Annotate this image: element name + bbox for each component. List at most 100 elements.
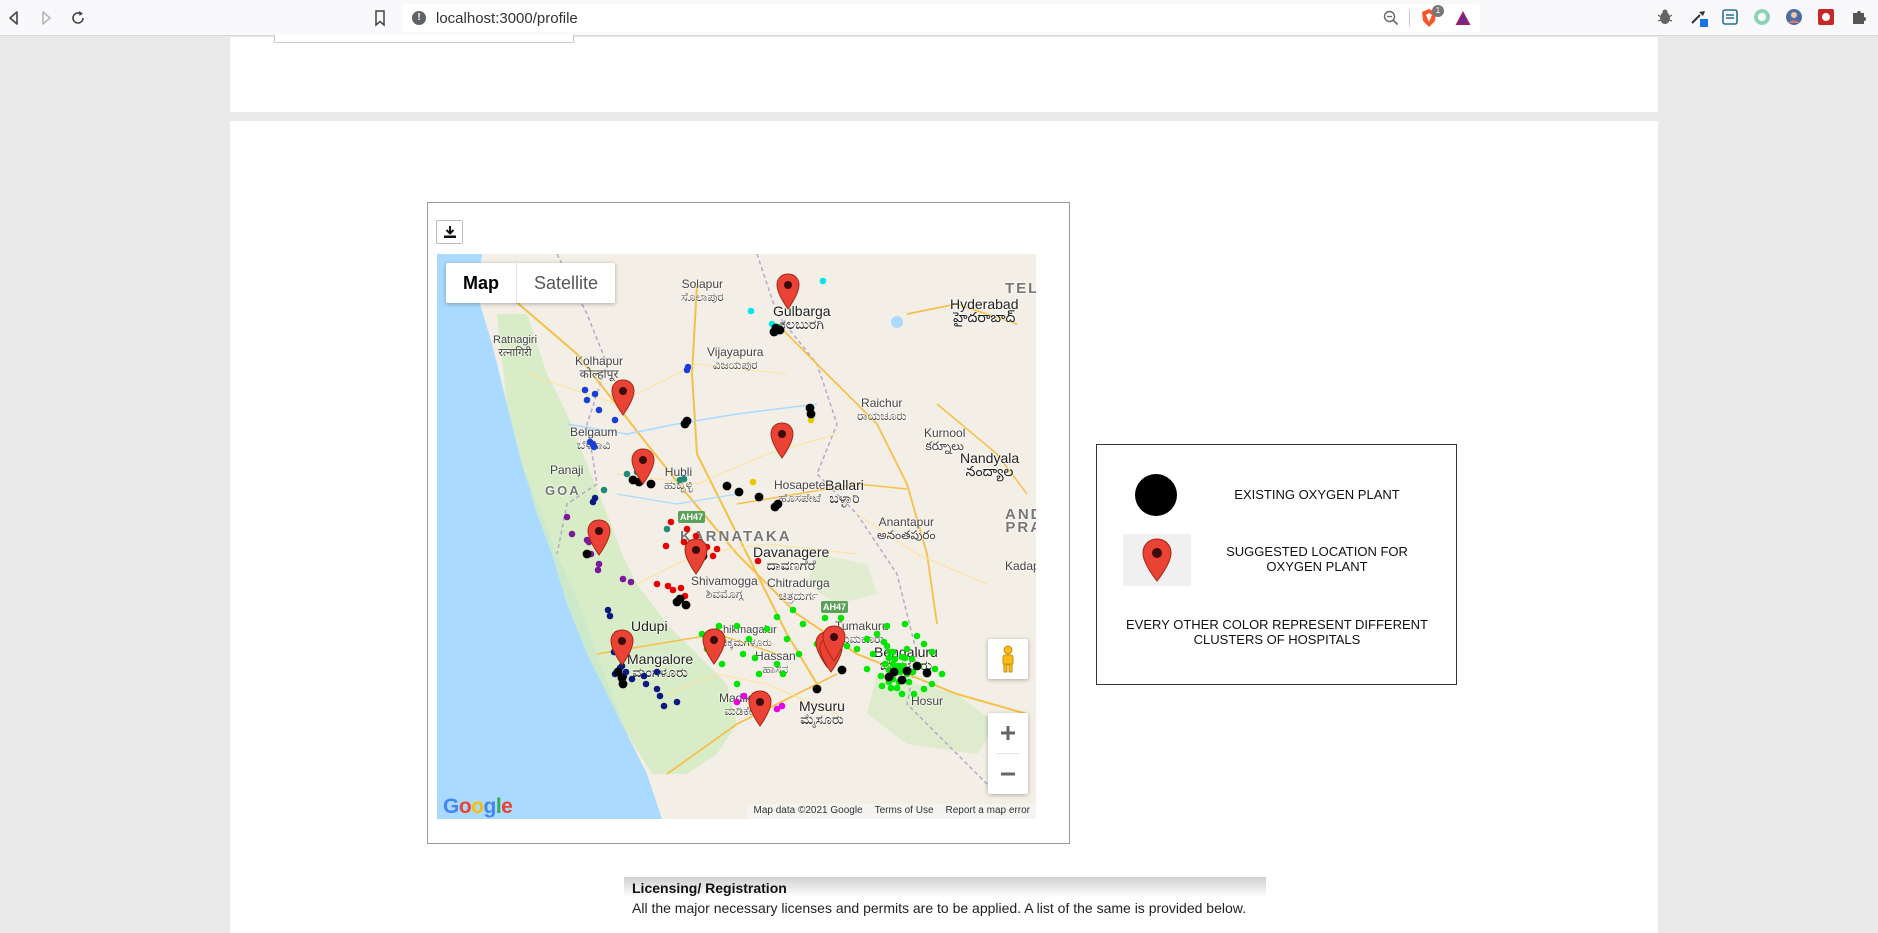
existing-oxygen-plant-dot[interactable] [722, 481, 732, 491]
hospital-cluster-dot[interactable] [773, 660, 781, 668]
hospital-cluster-dot[interactable] [863, 665, 871, 673]
existing-oxygen-plant-dot[interactable] [672, 597, 682, 607]
bookmark-icon[interactable] [370, 8, 390, 28]
bug-extension-icon[interactable] [1655, 7, 1675, 27]
suggested-location-pin-icon[interactable] [776, 273, 800, 310]
existing-oxygen-plant-dot[interactable] [806, 409, 816, 419]
hospital-cluster-dot[interactable] [692, 532, 700, 540]
hospital-cluster-dot[interactable] [595, 560, 603, 568]
hospital-cluster-dot[interactable] [779, 670, 787, 678]
existing-oxygen-plant-dot[interactable] [897, 675, 907, 685]
grammar-extension-icon[interactable] [1752, 7, 1772, 27]
hospital-cluster-dot[interactable] [905, 678, 913, 686]
hospital-cluster-dot[interactable] [869, 650, 877, 658]
hospital-cluster-dot[interactable] [683, 525, 691, 533]
google-map[interactable]: Solapur ಸೊಲಾಪುರ Gulbarga ಕಲಬುರಗಿ Hyderabad… [437, 254, 1036, 819]
hospital-cluster-dot[interactable] [837, 614, 845, 622]
hospital-cluster-dot[interactable] [627, 578, 635, 586]
existing-oxygen-plant-dot[interactable] [582, 549, 592, 559]
hospital-cluster-dot[interactable] [891, 655, 899, 663]
hospital-cluster-dot[interactable] [885, 654, 893, 662]
zoom-in-button[interactable] [988, 713, 1028, 753]
map-type-map-button[interactable]: Map [446, 263, 517, 303]
hospital-cluster-dot[interactable] [594, 566, 602, 574]
hospital-cluster-dot[interactable] [591, 390, 599, 398]
existing-oxygen-plant-dot[interactable] [884, 672, 894, 682]
hospital-cluster-dot[interactable] [653, 685, 661, 693]
hospital-cluster-dot[interactable] [653, 668, 661, 676]
zoom-out-button[interactable] [988, 754, 1028, 794]
suggested-location-pin-icon[interactable] [748, 690, 772, 727]
hospital-cluster-dot[interactable] [747, 307, 755, 315]
hospital-cluster-dot[interactable] [880, 638, 888, 646]
hospital-cluster-dot[interactable] [595, 406, 603, 414]
existing-oxygen-plant-dot[interactable] [681, 600, 691, 610]
hospital-cluster-dot[interactable] [873, 630, 881, 638]
hospital-cluster-dot[interactable] [881, 660, 889, 668]
existing-oxygen-plant-dot[interactable] [912, 661, 922, 671]
hospital-cluster-dot[interactable] [920, 640, 928, 648]
existing-oxygen-plant-dot[interactable] [646, 479, 656, 489]
hospital-cluster-dot[interactable] [795, 650, 803, 658]
hospital-cluster-dot[interactable] [656, 692, 664, 700]
suggested-location-pin-icon[interactable] [770, 422, 794, 459]
hospital-cluster-dot[interactable] [928, 648, 936, 656]
hospital-cluster-dot[interactable] [568, 530, 576, 538]
existing-oxygen-plant-dot[interactable] [628, 475, 638, 485]
hospital-cluster-dot[interactable] [749, 478, 757, 486]
hospital-cluster-dot[interactable] [789, 606, 797, 614]
existing-oxygen-plant-dot[interactable] [734, 487, 744, 497]
hospital-cluster-dot[interactable] [600, 486, 608, 494]
hospital-cluster-dot[interactable] [589, 498, 597, 506]
suggested-location-pin-icon[interactable] [610, 629, 634, 666]
existing-oxygen-plant-dot[interactable] [754, 492, 764, 502]
street-view-pegman[interactable] [988, 639, 1028, 679]
puzzle-extensions-icon[interactable] [1849, 7, 1869, 27]
hospital-cluster-dot[interactable] [908, 655, 916, 663]
suggested-location-pin-icon[interactable] [611, 379, 635, 416]
hospital-cluster-dot[interactable] [928, 680, 936, 688]
hospital-cluster-dot[interactable] [863, 635, 871, 643]
hospital-cluster-dot[interactable] [898, 690, 906, 698]
hospital-cluster-dot[interactable] [901, 654, 909, 662]
hospital-cluster-dot[interactable] [606, 612, 614, 620]
download-button[interactable] [436, 220, 463, 244]
hospital-cluster-dot[interactable] [640, 672, 648, 680]
hospital-cluster-dot[interactable] [673, 698, 681, 706]
url-text[interactable]: localhost:3000/profile [436, 10, 578, 27]
hospital-cluster-dot[interactable] [628, 675, 636, 683]
suggested-location-pin-icon[interactable] [702, 628, 726, 665]
hospital-cluster-dot[interactable] [581, 386, 589, 394]
suggested-location-pin-icon[interactable] [587, 519, 611, 556]
hospital-cluster-dot[interactable] [877, 672, 885, 680]
hospital-cluster-dot[interactable] [799, 620, 807, 628]
hospital-cluster-dot[interactable] [733, 622, 741, 630]
hospital-cluster-dot[interactable] [910, 690, 918, 698]
existing-oxygen-plant-dot[interactable] [837, 665, 847, 675]
hospital-cluster-dot[interactable] [783, 635, 791, 643]
hospital-cluster-dot[interactable] [653, 580, 661, 588]
hospital-cluster-dot[interactable] [843, 642, 851, 650]
existing-oxygen-plant-dot[interactable] [902, 666, 912, 676]
hospital-cluster-dot[interactable] [931, 665, 939, 673]
hospital-cluster-dot[interactable] [778, 702, 786, 710]
hospital-cluster-dot[interactable] [677, 584, 685, 592]
hospital-cluster-dot[interactable] [663, 525, 671, 533]
site-info-icon[interactable]: ! [412, 11, 426, 25]
hospital-cluster-dot[interactable] [619, 575, 627, 583]
hospital-cluster-dot[interactable] [583, 396, 591, 404]
existing-oxygen-plant-dot[interactable] [618, 679, 628, 689]
hospital-cluster-dot[interactable] [713, 545, 721, 553]
hospital-cluster-dot[interactable] [680, 475, 688, 483]
hospital-cluster-dot[interactable] [763, 625, 771, 633]
zoom-icon[interactable] [1382, 9, 1400, 27]
hospital-cluster-dot[interactable] [853, 645, 861, 653]
hospital-cluster-dot[interactable] [662, 542, 670, 550]
forward-icon[interactable] [35, 7, 57, 29]
hospital-cluster-dot[interactable] [623, 470, 631, 478]
hospital-cluster-dot[interactable] [715, 622, 723, 630]
hospital-cluster-dot[interactable] [739, 650, 747, 658]
hospital-cluster-dot[interactable] [920, 685, 928, 693]
profile-extension-icon[interactable] [1784, 7, 1804, 27]
hospital-cluster-dot[interactable] [589, 440, 597, 448]
